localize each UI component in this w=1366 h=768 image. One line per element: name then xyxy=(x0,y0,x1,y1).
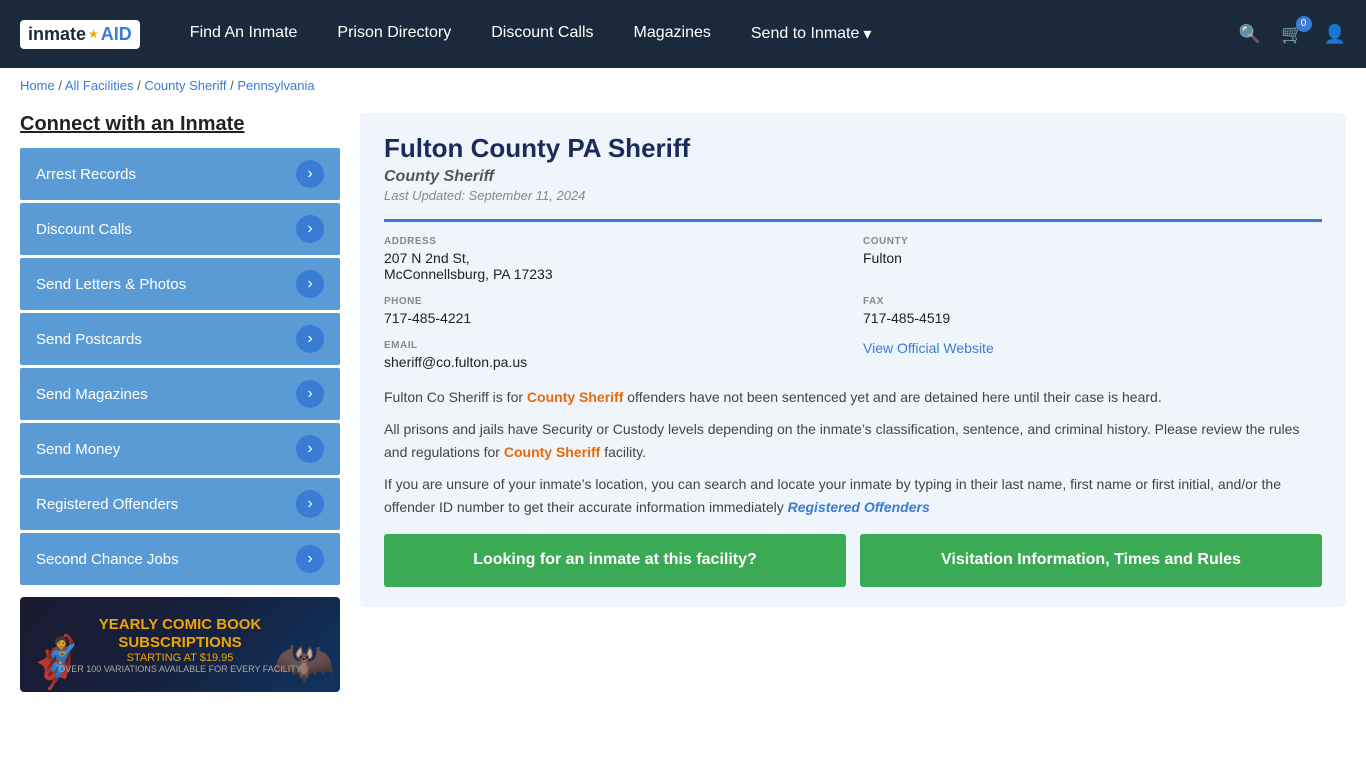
sidebar-ad-banner[interactable]: 🦸 YEARLY COMIC BOOK SUBSCRIPTIONS STARTI… xyxy=(20,597,340,692)
facility-description: Fulton Co Sheriff is for County Sheriff … xyxy=(384,386,1322,518)
nav-prison-directory[interactable]: Prison Directory xyxy=(337,24,451,44)
desc-paragraph-3: If you are unsure of your inmate’s locat… xyxy=(384,473,1322,518)
chevron-right-icon: › xyxy=(296,545,324,573)
facility-updated: Last Updated: September 11, 2024 xyxy=(384,188,1322,203)
sidebar-item-arrest-records[interactable]: Arrest Records › xyxy=(20,148,340,200)
nav-magazines[interactable]: Magazines xyxy=(634,24,711,44)
sidebar-item-registered-offenders[interactable]: Registered Offenders › xyxy=(20,478,340,530)
breadcrumb-county-sheriff[interactable]: County Sheriff xyxy=(144,78,226,93)
sidebar-title: Connect with an Inmate xyxy=(20,113,340,136)
sidebar-item-label: Send Magazines xyxy=(36,386,148,403)
main-nav: Find An Inmate Prison Directory Discount… xyxy=(190,24,1189,44)
website-cell: View Official Website xyxy=(863,340,1322,370)
sidebar-item-label: Second Chance Jobs xyxy=(36,551,179,568)
facility-name: Fulton County PA Sheriff xyxy=(384,133,1322,164)
visitation-info-button[interactable]: Visitation Information, Times and Rules xyxy=(860,534,1322,587)
logo-aid-text: AID xyxy=(101,24,132,45)
ad-title-line2: SUBSCRIPTIONS xyxy=(58,634,302,652)
county-sheriff-link-1[interactable]: County Sheriff xyxy=(527,389,623,405)
chevron-right-icon: › xyxy=(296,490,324,518)
chevron-right-icon: › xyxy=(296,270,324,298)
logo-star-icon: ★ xyxy=(88,27,99,41)
search-icon[interactable]: 🔍 xyxy=(1239,24,1261,45)
sidebar-item-send-magazines[interactable]: Send Magazines › xyxy=(20,368,340,420)
email-cell: EMAIL sheriff@co.fulton.pa.us xyxy=(384,340,843,370)
breadcrumb: Home / All Facilities / County Sheriff /… xyxy=(0,68,1366,103)
chevron-right-icon: › xyxy=(296,380,324,408)
county-cell: COUNTY Fulton xyxy=(863,236,1322,282)
header: inmate ★ AID Find An Inmate Prison Direc… xyxy=(0,0,1366,68)
nav-find-inmate[interactable]: Find An Inmate xyxy=(190,24,298,44)
chevron-right-icon: › xyxy=(296,325,324,353)
sidebar-item-label: Send Postcards xyxy=(36,331,142,348)
email-label: EMAIL xyxy=(384,340,843,351)
breadcrumb-pennsylvania[interactable]: Pennsylvania xyxy=(237,78,314,93)
desc1-pre: Fulton Co Sheriff is for xyxy=(384,389,527,405)
logo-area[interactable]: inmate ★ AID xyxy=(20,20,140,49)
breadcrumb-all-facilities[interactable]: All Facilities xyxy=(65,78,134,93)
fax-cell: FAX 717-485-4519 xyxy=(863,296,1322,326)
sidebar-item-label: Send Money xyxy=(36,441,120,458)
logo-inmate-text: inmate xyxy=(28,24,86,45)
sidebar-item-label: Registered Offenders xyxy=(36,496,178,513)
ad-note: OVER 100 VARIATIONS AVAILABLE FOR EVERY … xyxy=(58,664,302,674)
facility-detail-panel: Fulton County PA Sheriff County Sheriff … xyxy=(360,113,1346,607)
address-cell: ADDRESS 207 N 2nd St, McConnellsburg, PA… xyxy=(384,236,843,282)
fax-value: 717-485-4519 xyxy=(863,310,1322,326)
sidebar-item-label: Discount Calls xyxy=(36,221,132,238)
cart-icon[interactable]: 🛒 0 xyxy=(1281,24,1303,45)
county-label: COUNTY xyxy=(863,236,1322,247)
sidebar-item-second-chance-jobs[interactable]: Second Chance Jobs › xyxy=(20,533,340,585)
county-value: Fulton xyxy=(863,250,1322,266)
nav-send-to-inmate[interactable]: Send to Inmate ▾ xyxy=(751,24,872,44)
sidebar-item-send-postcards[interactable]: Send Postcards › xyxy=(20,313,340,365)
chevron-right-icon: › xyxy=(296,160,324,188)
facility-info-grid: ADDRESS 207 N 2nd St, McConnellsburg, PA… xyxy=(384,219,1322,370)
main-content: Connect with an Inmate Arrest Records › … xyxy=(0,103,1366,722)
phone-cell: PHONE 717-485-4221 xyxy=(384,296,843,326)
desc-paragraph-2: All prisons and jails have Security or C… xyxy=(384,418,1322,463)
looking-for-inmate-button[interactable]: Looking for an inmate at this facility? xyxy=(384,534,846,587)
breadcrumb-home[interactable]: Home xyxy=(20,78,55,93)
user-icon[interactable]: 👤 xyxy=(1324,24,1346,45)
chevron-right-icon: › xyxy=(296,435,324,463)
address-line1: 207 N 2nd St, xyxy=(384,250,843,266)
sidebar-item-send-letters[interactable]: Send Letters & Photos › xyxy=(20,258,340,310)
email-value: sheriff@co.fulton.pa.us xyxy=(384,354,843,370)
sidebar-item-send-money[interactable]: Send Money › xyxy=(20,423,340,475)
desc1-post: offenders have not been sentenced yet an… xyxy=(623,389,1161,405)
desc-paragraph-1: Fulton Co Sheriff is for County Sheriff … xyxy=(384,386,1322,408)
ad-title-line1: YEARLY COMIC BOOK xyxy=(58,616,302,634)
sidebar-menu: Arrest Records › Discount Calls › Send L… xyxy=(20,148,340,585)
cart-count-badge: 0 xyxy=(1296,16,1312,32)
sidebar-item-label: Arrest Records xyxy=(36,166,136,183)
facility-type: County Sheriff xyxy=(384,168,1322,186)
phone-label: PHONE xyxy=(384,296,843,307)
nav-discount-calls[interactable]: Discount Calls xyxy=(491,24,593,44)
registered-offenders-link[interactable]: Registered Offenders xyxy=(788,499,930,515)
sidebar-item-discount-calls[interactable]: Discount Calls › xyxy=(20,203,340,255)
phone-value: 717-485-4221 xyxy=(384,310,843,326)
bottom-buttons: Looking for an inmate at this facility? … xyxy=(384,534,1322,587)
ad-price: STARTING AT $19.95 xyxy=(58,652,302,664)
view-official-website-link[interactable]: View Official Website xyxy=(863,340,994,356)
county-sheriff-link-2[interactable]: County Sheriff xyxy=(504,444,600,460)
address-label: ADDRESS xyxy=(384,236,843,247)
chevron-right-icon: › xyxy=(296,215,324,243)
sidebar: Connect with an Inmate Arrest Records › … xyxy=(20,113,340,692)
address-line2: McConnellsburg, PA 17233 xyxy=(384,266,843,282)
fax-label: FAX xyxy=(863,296,1322,307)
desc2-post: facility. xyxy=(600,444,646,460)
logo-box: inmate ★ AID xyxy=(20,20,140,49)
nav-icons-area: 🔍 🛒 0 👤 xyxy=(1239,24,1346,45)
ad-text-area: YEARLY COMIC BOOK SUBSCRIPTIONS STARTING… xyxy=(48,606,312,684)
sidebar-item-label: Send Letters & Photos xyxy=(36,276,186,293)
